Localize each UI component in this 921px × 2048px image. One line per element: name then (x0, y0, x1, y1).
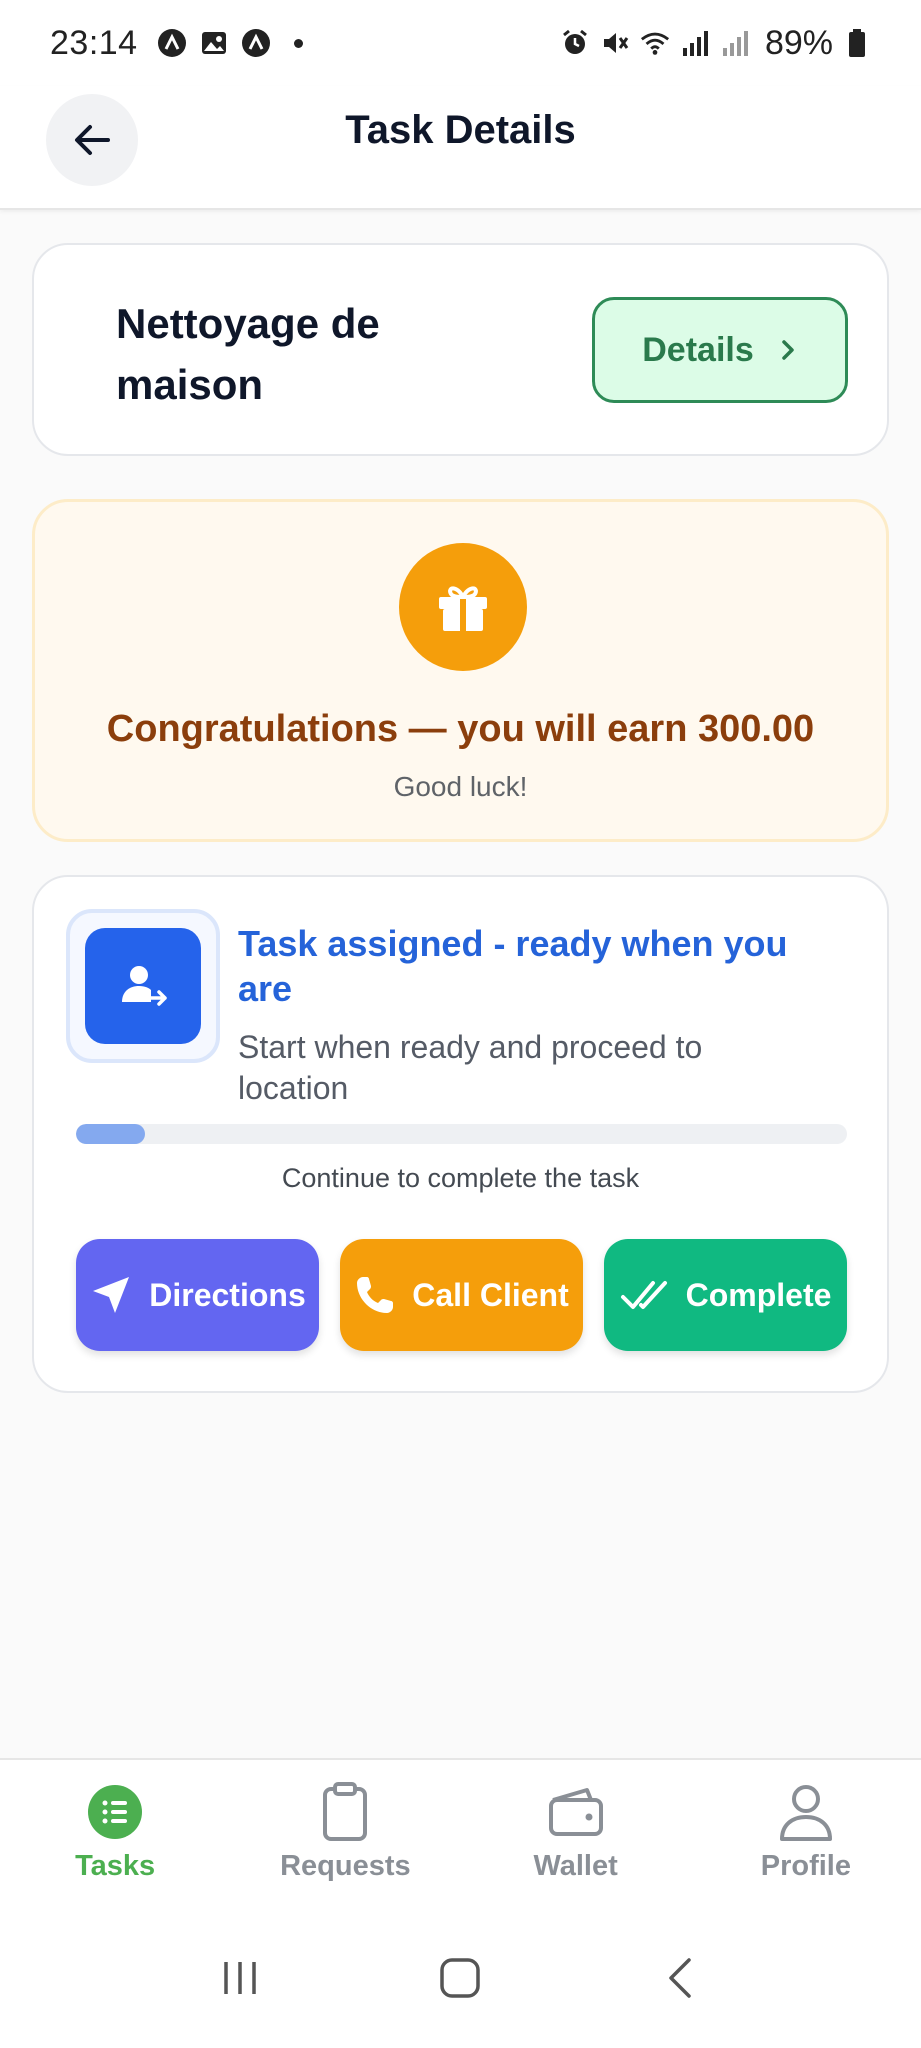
directions-label: Directions (149, 1276, 306, 1313)
bottom-nav: Tasks Requests Wallet Profile (0, 1758, 921, 1908)
double-check-icon (620, 1281, 667, 1309)
nav-requests-label: Requests (280, 1850, 411, 1882)
app-a-icon (240, 27, 272, 59)
task-name: Nettoyage de maison (116, 300, 380, 408)
user-icon (776, 1782, 836, 1842)
signal-weak-icon (719, 27, 751, 59)
status-title: Task assigned - ready when you are (238, 923, 788, 1009)
complete-label: Complete (685, 1276, 832, 1313)
task-status-card: Task assigned - ready when you are Start… (32, 875, 889, 1393)
status-right: 89% (559, 24, 873, 63)
clipboard-icon (315, 1782, 375, 1842)
nav-wallet[interactable]: Wallet (461, 1760, 691, 1908)
home-button[interactable] (420, 1938, 500, 2018)
notification-dot-icon (293, 38, 303, 48)
details-button[interactable]: Details (592, 297, 848, 403)
status-bar: 23:14 89% (0, 0, 921, 86)
page-title: Task Details (345, 108, 576, 152)
complete-button[interactable]: Complete (604, 1239, 847, 1351)
reward-card: Congratulations — you will earn 300.00 G… (32, 499, 889, 842)
task-card: Nettoyage de maison Details (32, 243, 889, 456)
nav-profile-label: Profile (760, 1850, 851, 1882)
status-icon-frame (66, 909, 220, 1063)
call-client-label: Call Client (412, 1276, 569, 1313)
user-assign-icon (85, 928, 201, 1044)
progress-bar-fill (76, 1124, 146, 1144)
call-client-button[interactable]: Call Client (340, 1239, 583, 1351)
gift-icon (399, 543, 527, 671)
nav-requests[interactable]: Requests (230, 1760, 460, 1908)
reward-title: Congratulations — you will earn 300.00 (106, 708, 815, 750)
system-back-button[interactable] (641, 1938, 721, 2018)
reward-subtitle: Good luck! (393, 771, 528, 802)
nav-tasks[interactable]: Tasks (0, 1760, 230, 1908)
task-details-screen: 23:14 89% Task Details Nettoyage de mais… (0, 0, 921, 2048)
status-time: 23:14 (50, 23, 138, 62)
wallet-icon (546, 1782, 606, 1842)
navigation-arrow-icon (93, 1277, 130, 1313)
directions-button[interactable]: Directions (76, 1239, 319, 1351)
wifi-icon (639, 27, 671, 59)
recent-apps-icon (224, 1962, 256, 1994)
details-button-label: Details (642, 330, 754, 369)
progress-caption: Continue to complete the task (281, 1163, 640, 1193)
chevron-right-icon (782, 340, 794, 360)
action-buttons: Directions Call Client Complete (76, 1239, 847, 1351)
status-description: Start when ready and proceed to location (238, 1029, 703, 1106)
nav-profile[interactable]: Profile (691, 1760, 921, 1908)
mute-icon (599, 27, 631, 59)
chevron-left-icon (669, 1958, 691, 1998)
list-icon (85, 1782, 145, 1842)
home-icon (440, 1958, 481, 1998)
nav-tasks-label: Tasks (75, 1850, 156, 1882)
system-nav-bar (0, 1908, 921, 2048)
battery-icon (841, 27, 873, 59)
signal-icon (679, 27, 711, 59)
nav-wallet-label: Wallet (533, 1850, 618, 1882)
progress-bar (76, 1124, 847, 1144)
app-header: Task Details (0, 86, 921, 210)
status-left: 23:14 (50, 24, 303, 63)
battery-percentage: 89% (764, 23, 833, 62)
phone-icon (357, 1277, 394, 1313)
alarm-icon (559, 27, 591, 59)
app-a-icon (156, 27, 188, 59)
image-icon (198, 27, 230, 59)
recent-apps-button[interactable] (200, 1938, 280, 2018)
